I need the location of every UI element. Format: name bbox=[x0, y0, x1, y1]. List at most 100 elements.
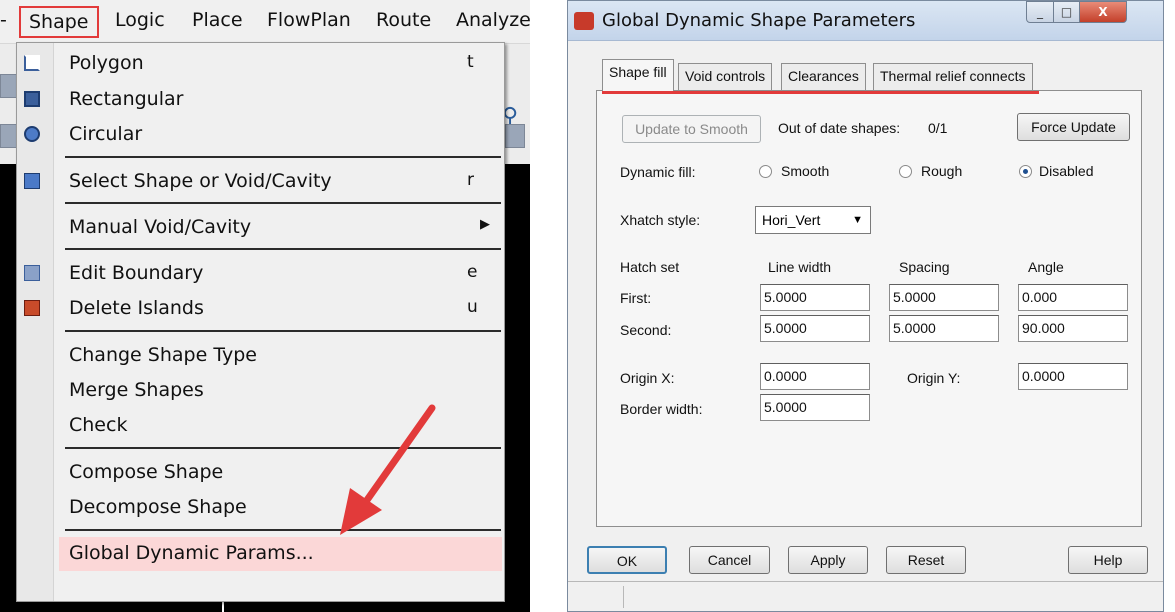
spacing-header: Spacing bbox=[899, 259, 950, 275]
shape-fill-panel: Update to Smooth Out of date shapes: 0/1… bbox=[596, 90, 1142, 527]
global-dynamic-shape-dialog: Global Dynamic Shape Parameters _ □ X Sh… bbox=[567, 0, 1164, 612]
menu-item-delete-islands[interactable]: Delete Islands u bbox=[17, 292, 504, 326]
status-divider bbox=[623, 586, 624, 608]
radio-smooth-label: Smooth bbox=[781, 163, 830, 179]
rectangle-icon bbox=[24, 91, 40, 107]
menu-item-label: Rectangular bbox=[69, 88, 184, 110]
menu-item-label: Global Dynamic Params... bbox=[69, 542, 314, 564]
apply-button[interactable]: Apply bbox=[788, 546, 868, 574]
menu-item-select-shape[interactable]: Select Shape or Void/Cavity r bbox=[17, 165, 504, 199]
first-spacing-input[interactable]: 5.0000 bbox=[889, 284, 999, 311]
menu-item-label: Decompose Shape bbox=[69, 496, 247, 518]
menu-item-manual-void[interactable]: Manual Void/Cavity ▶ bbox=[17, 211, 504, 245]
menu-item-label: Change Shape Type bbox=[69, 344, 257, 366]
menu-item-label: Manual Void/Cavity bbox=[69, 216, 252, 238]
menu-separator bbox=[65, 156, 501, 158]
menu-logic[interactable]: Logic bbox=[115, 9, 165, 31]
menu-item-label: Circular bbox=[69, 123, 143, 145]
menu-item-polygon[interactable]: Polygon t bbox=[17, 47, 504, 81]
status-bar bbox=[568, 581, 1163, 611]
close-button[interactable]: X bbox=[1079, 1, 1127, 23]
submenu-arrow-icon: ▶ bbox=[480, 217, 490, 232]
border-width-input[interactable]: 5.0000 bbox=[760, 394, 870, 421]
update-to-smooth-button[interactable]: Update to Smooth bbox=[622, 115, 761, 143]
radio-rough[interactable] bbox=[899, 165, 912, 178]
ok-button[interactable]: OK bbox=[587, 546, 667, 574]
delete-islands-icon bbox=[24, 300, 40, 316]
menu-separator bbox=[65, 202, 501, 204]
second-row-label: Second: bbox=[620, 322, 672, 338]
application-window: - Shape Logic Place FlowPlan Route Analy… bbox=[0, 0, 530, 612]
window-controls: _ □ X bbox=[1026, 1, 1150, 23]
menu-item-edit-boundary[interactable]: Edit Boundary e bbox=[17, 257, 504, 291]
second-angle-input[interactable]: 90.000 bbox=[1018, 315, 1128, 342]
menu-item-global-dynamic-params[interactable]: Global Dynamic Params... bbox=[59, 537, 502, 571]
menu-item-label: Polygon bbox=[69, 52, 144, 74]
menu-item-label: Merge Shapes bbox=[69, 379, 204, 401]
tab-shape-fill[interactable]: Shape fill bbox=[602, 59, 674, 91]
angle-header: Angle bbox=[1028, 259, 1064, 275]
menu-item-label: Check bbox=[69, 414, 128, 436]
menu-bar: - Shape Logic Place FlowPlan Route Analy… bbox=[0, 0, 530, 44]
first-row-label: First: bbox=[620, 290, 652, 306]
menu-shortcut: t bbox=[467, 52, 474, 72]
toolbar-button[interactable] bbox=[505, 124, 525, 148]
menu-shortcut: u bbox=[467, 297, 478, 317]
menu-place[interactable]: Place bbox=[192, 9, 243, 31]
menu-shape[interactable]: Shape bbox=[19, 6, 99, 38]
help-button[interactable]: Help bbox=[1068, 546, 1148, 574]
menu-flowplan[interactable]: FlowPlan bbox=[267, 9, 351, 31]
edit-boundary-icon bbox=[24, 265, 40, 281]
menu-separator bbox=[65, 248, 501, 250]
dialog-title: Global Dynamic Shape Parameters bbox=[602, 10, 916, 31]
menu-analyze[interactable]: Analyze bbox=[456, 9, 530, 31]
origin-y-label: Origin Y: bbox=[907, 370, 961, 386]
minimize-button[interactable]: _ bbox=[1026, 1, 1054, 23]
border-width-label: Border width: bbox=[620, 401, 703, 417]
xhatch-style-label: Xhatch style: bbox=[620, 212, 701, 228]
origin-x-input[interactable]: 0.0000 bbox=[760, 363, 870, 390]
force-update-button[interactable]: Force Update bbox=[1017, 113, 1130, 141]
menu-route[interactable]: Route bbox=[376, 9, 431, 31]
menu-item-label: Edit Boundary bbox=[69, 262, 204, 284]
tab-void-controls[interactable]: Void controls bbox=[678, 63, 773, 90]
radio-smooth[interactable] bbox=[759, 165, 772, 178]
line-width-header: Line width bbox=[768, 259, 832, 275]
origin-y-input[interactable]: 0.0000 bbox=[1018, 363, 1128, 390]
tab-clearances[interactable]: Clearances bbox=[781, 63, 866, 90]
annotation-arrow bbox=[340, 404, 436, 535]
xhatch-style-select[interactable]: Hori_Vert ▼ bbox=[755, 206, 871, 234]
dynamic-fill-label: Dynamic fill: bbox=[620, 164, 696, 180]
menu-item-label: Delete Islands bbox=[69, 297, 204, 319]
xhatch-style-value: Hori_Vert bbox=[762, 212, 821, 228]
tab-highlight-underline bbox=[602, 91, 1039, 94]
menu-shortcut: r bbox=[467, 170, 474, 190]
app-icon bbox=[574, 12, 594, 30]
second-line-width-input[interactable]: 5.0000 bbox=[760, 315, 870, 342]
first-line-width-input[interactable]: 5.0000 bbox=[760, 284, 870, 311]
origin-x-label: Origin X: bbox=[620, 370, 675, 386]
menu-bar-edge: - bbox=[0, 9, 7, 31]
circle-icon bbox=[24, 126, 40, 142]
out-of-date-label: Out of date shapes: bbox=[778, 120, 901, 136]
menu-separator bbox=[65, 330, 501, 332]
dropdown-caret-icon: ▼ bbox=[852, 214, 863, 226]
out-of-date-value: 0/1 bbox=[928, 120, 948, 136]
radio-disabled-label: Disabled bbox=[1039, 163, 1094, 179]
dialog-titlebar[interactable]: Global Dynamic Shape Parameters _ □ X bbox=[568, 1, 1163, 41]
second-spacing-input[interactable]: 5.0000 bbox=[889, 315, 999, 342]
cancel-button[interactable]: Cancel bbox=[689, 546, 770, 574]
menu-item-label: Select Shape or Void/Cavity bbox=[69, 170, 332, 192]
radio-disabled[interactable] bbox=[1019, 165, 1032, 178]
tab-thermal-relief[interactable]: Thermal relief connects bbox=[873, 63, 1033, 90]
radio-rough-label: Rough bbox=[921, 163, 963, 179]
select-shape-icon bbox=[24, 173, 40, 189]
maximize-button[interactable]: □ bbox=[1053, 1, 1080, 23]
menu-item-circular[interactable]: Circular bbox=[17, 118, 504, 152]
hatch-set-header: Hatch set bbox=[620, 259, 680, 275]
menu-item-rectangular[interactable]: Rectangular bbox=[17, 83, 504, 117]
reset-button[interactable]: Reset bbox=[886, 546, 966, 574]
menu-item-label: Compose Shape bbox=[69, 461, 224, 483]
menu-item-change-shape-type[interactable]: Change Shape Type bbox=[17, 339, 504, 373]
first-angle-input[interactable]: 0.000 bbox=[1018, 284, 1128, 311]
